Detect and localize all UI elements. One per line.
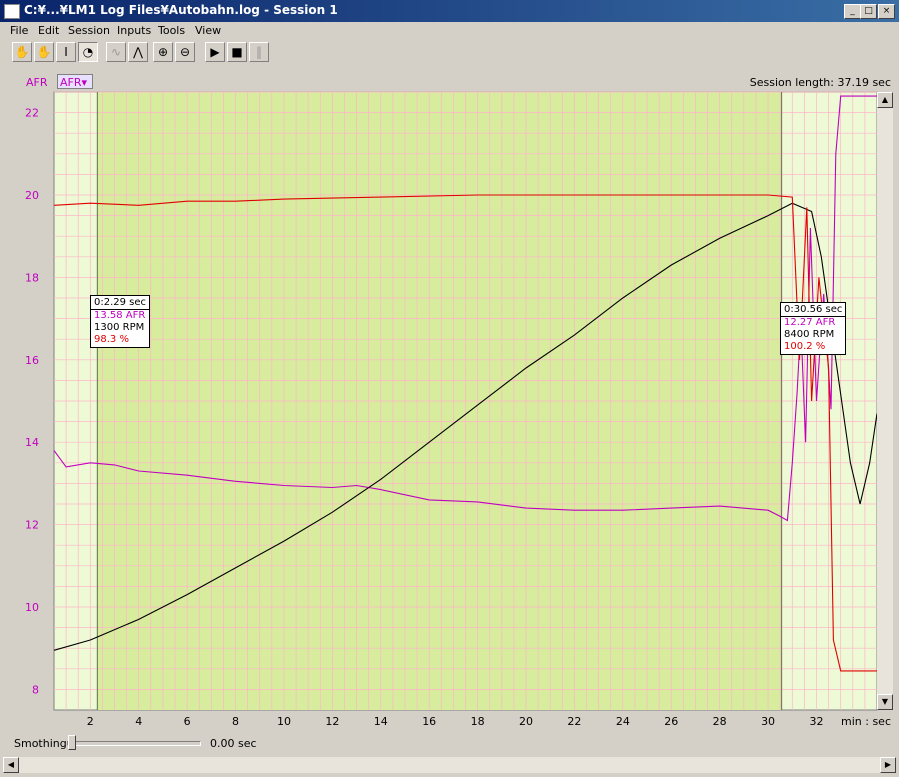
tooltip-time: 0:30.56 sec bbox=[781, 304, 846, 317]
scroll-right-button[interactable]: ▶ bbox=[880, 757, 896, 773]
y-tick-label: 12 bbox=[25, 519, 39, 532]
x-tick-label: 26 bbox=[664, 715, 678, 728]
menu-inputs[interactable]: Inputs bbox=[117, 24, 151, 37]
series-line-rpm bbox=[53, 202, 878, 651]
cursor-tooltip-right: 0:30.56 sec 12.27 AFR 8400 RPM 100.2 % bbox=[780, 302, 847, 355]
horizontal-scrollbar[interactable]: ◀ ▶ bbox=[3, 757, 896, 773]
wave-sharp-icon[interactable]: ⋀ bbox=[128, 42, 148, 62]
y-tick-label: 22 bbox=[25, 107, 39, 120]
vertical-scrollbar[interactable]: ▲ ▼ bbox=[877, 92, 893, 710]
app-icon bbox=[4, 4, 20, 19]
play-icon[interactable]: ▶ bbox=[205, 42, 225, 62]
series-line-afr bbox=[53, 95, 877, 522]
stopwatch-icon[interactable]: ◔ bbox=[78, 42, 98, 62]
x-tick-label: 16 bbox=[422, 715, 436, 728]
x-tick-label: 12 bbox=[325, 715, 339, 728]
menu-view[interactable]: View bbox=[195, 24, 221, 37]
menu-session[interactable]: Session bbox=[68, 24, 110, 37]
y-tick-label: 20 bbox=[25, 189, 39, 202]
session-length: Session length: 37.19 sec bbox=[749, 76, 891, 89]
x-tick-label: 2 bbox=[87, 715, 94, 728]
scroll-left-button[interactable]: ◀ bbox=[3, 757, 19, 773]
series-line- bbox=[53, 194, 877, 672]
smoothing-slider-track[interactable] bbox=[67, 741, 201, 746]
x-tick-label: 18 bbox=[471, 715, 485, 728]
selection-region bbox=[97, 92, 782, 710]
x-tick-label: 20 bbox=[519, 715, 533, 728]
x-tick-label: 14 bbox=[374, 715, 388, 728]
tooltip-percent: 98.3 % bbox=[94, 334, 129, 345]
menu-tools[interactable]: Tools bbox=[158, 24, 185, 37]
menu-bar: File Edit Session Inputs Tools View bbox=[0, 22, 899, 40]
tooltip-rpm: 8400 RPM bbox=[784, 329, 835, 340]
log-chart: 8101214161820222 4 6 8 10 12 14 16 18 20 22 24 26 28 3… bbox=[25, 91, 891, 728]
x-tick-label: 22 bbox=[567, 715, 581, 728]
title-bar: C:¥...¥LM1 Log Files¥Autobahn.log - Sess… bbox=[0, 0, 899, 22]
menu-edit[interactable]: Edit bbox=[38, 24, 59, 37]
hand-disabled-icon: ✋ bbox=[34, 42, 54, 62]
minimize-button[interactable]: _ bbox=[844, 4, 861, 19]
tooltip-percent: 100.2 % bbox=[784, 341, 826, 352]
x-tick-label: 32 bbox=[809, 715, 823, 728]
y-tick-label: 10 bbox=[25, 601, 39, 614]
text-cursor-icon[interactable]: I bbox=[56, 42, 76, 62]
wave-smooth-icon: ∿ bbox=[106, 42, 126, 62]
cursor-tooltip-left: 0:2.29 sec 13.58 AFR 1300 RPM 98.3 % bbox=[90, 295, 151, 348]
x-tick-label: 8 bbox=[232, 715, 239, 728]
tooltip-rpm: 1300 RPM bbox=[94, 322, 145, 333]
x-tick-label: 28 bbox=[713, 715, 727, 728]
x-tick-label: 30 bbox=[761, 715, 775, 728]
zoom-out-icon[interactable]: ⊖ bbox=[175, 42, 195, 62]
scroll-up-button[interactable]: ▲ bbox=[877, 92, 893, 108]
afr-axis-label: AFR bbox=[26, 76, 48, 89]
tooltip-time: 0:2.29 sec bbox=[91, 297, 150, 310]
window-title: C:¥...¥LM1 Log Files¥Autobahn.log - Sess… bbox=[24, 3, 338, 17]
x-tick-label: 4 bbox=[135, 715, 142, 728]
zoom-in-icon[interactable]: ⊕ bbox=[153, 42, 173, 62]
smoothing-slider-thumb[interactable] bbox=[68, 735, 76, 750]
maximize-button[interactable]: □ bbox=[860, 4, 877, 19]
plot-area bbox=[53, 91, 878, 711]
y-tick-label: 16 bbox=[25, 354, 39, 367]
hand-icon[interactable]: ✋ bbox=[12, 42, 32, 62]
y-tick-label: 18 bbox=[25, 271, 39, 284]
x-tick-label: 10 bbox=[277, 715, 291, 728]
x-axis-unit-label: min : sec bbox=[841, 715, 891, 728]
y-tick-label: 14 bbox=[25, 436, 39, 449]
afr-axis-dropdown[interactable]: AFR▾ bbox=[57, 74, 93, 89]
stop-icon[interactable]: ■ bbox=[227, 42, 247, 62]
tooltip-afr: 12.27 AFR bbox=[784, 317, 836, 328]
x-tick-label: 24 bbox=[616, 715, 630, 728]
smoothing-value: 0.00 sec bbox=[210, 737, 257, 750]
y-tick-label: 8 bbox=[32, 683, 39, 696]
x-tick-label: 6 bbox=[184, 715, 191, 728]
scroll-down-button[interactable]: ▼ bbox=[877, 694, 893, 710]
toolbar: ✋ ✋ I ◔ ∿ ⋀ ⊕ ⊖ ▶ ■ ‖ bbox=[0, 40, 899, 66]
pause-icon: ‖ bbox=[249, 42, 269, 62]
tooltip-afr: 13.58 AFR bbox=[94, 310, 146, 321]
menu-file[interactable]: File bbox=[10, 24, 28, 37]
smoothing-label: Smothing: bbox=[14, 737, 71, 750]
close-button[interactable]: × bbox=[878, 4, 895, 19]
